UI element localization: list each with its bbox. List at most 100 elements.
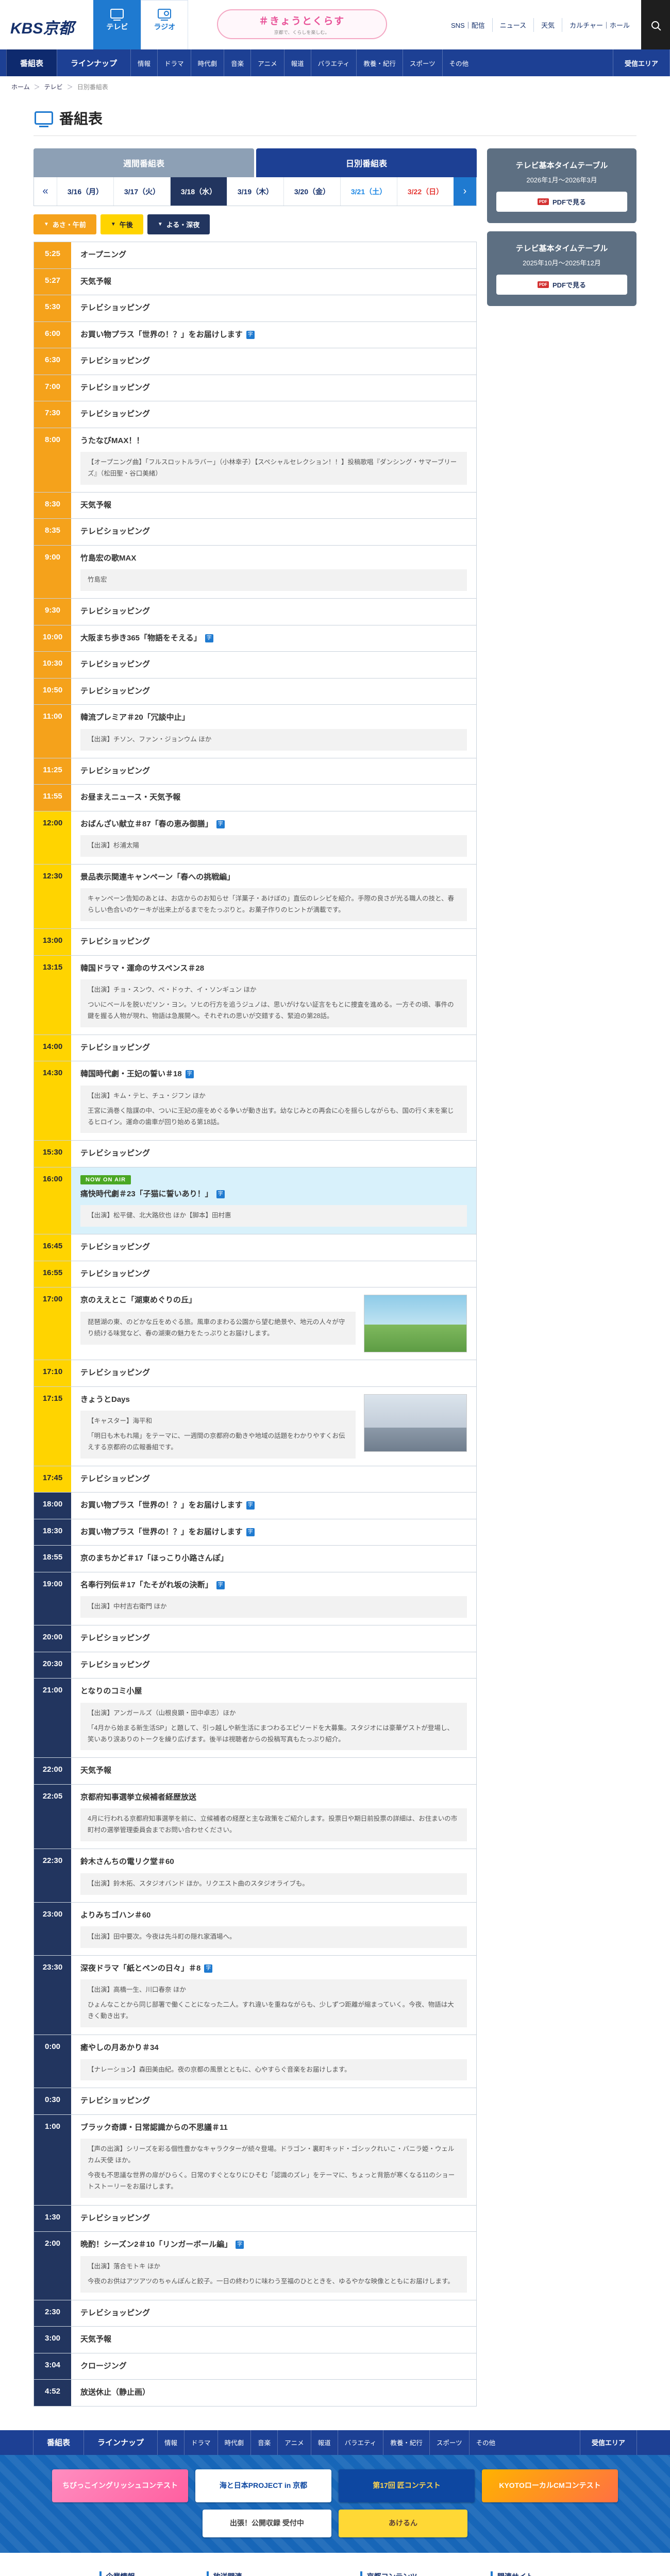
nav-genre-culture-travel[interactable]: 教養・紀行 xyxy=(356,49,403,76)
program-cell[interactable]: テレビショッピング xyxy=(71,295,476,321)
nav-genre-variety[interactable]: バラエティ xyxy=(338,2430,383,2455)
nav-genre-jidaigeki[interactable]: 時代劇 xyxy=(217,2430,251,2455)
program-cell[interactable]: テレビショッピング xyxy=(71,1625,476,1652)
program-cell[interactable]: テレビショッピング xyxy=(71,2300,476,2327)
program-cell[interactable]: テレビショッピング xyxy=(71,375,476,401)
program-cell[interactable]: テレビショッピング xyxy=(71,929,476,955)
program-cell[interactable]: 竹島宏の歌MAX竹島宏 xyxy=(71,546,476,598)
program-cell[interactable]: 天気予報 xyxy=(71,2327,476,2353)
program-cell[interactable]: お買い物プラス「世界の！？」をお届けします字 xyxy=(71,1519,476,1546)
nav-genre-jidaigeki[interactable]: 時代劇 xyxy=(191,49,224,76)
banner-shucchou-koukai-shuuroku[interactable]: 出張！公開収録 受付中 xyxy=(203,2510,331,2537)
banner-kids-english-contest[interactable]: ちびっこイングリッシュコンテスト xyxy=(52,2469,188,2502)
program-cell[interactable]: テレビショッピング xyxy=(71,519,476,545)
nav-genre-anime[interactable]: アニメ xyxy=(277,2430,311,2455)
nav-item-lineup[interactable]: ラインナップ xyxy=(57,49,130,76)
date-tab-0[interactable]: 3/16（月） xyxy=(57,177,113,206)
jump-night-button[interactable]: ▼よる・深夜 xyxy=(147,214,210,234)
banner-akerun[interactable]: あけるん xyxy=(339,2510,467,2537)
jump-afternoon-button[interactable]: ▼午後 xyxy=(100,214,143,234)
program-cell[interactable]: テレビショッピング xyxy=(71,1360,476,1386)
pdf-view-button[interactable]: PDFPDFで見る xyxy=(496,275,627,295)
program-cell[interactable]: テレビショッピング xyxy=(71,758,476,785)
date-tab-4[interactable]: 3/20（金） xyxy=(283,177,340,206)
nav-item-reception-area[interactable]: 受信エリア xyxy=(613,49,670,76)
media-tab-radio[interactable]: ラジオ xyxy=(141,0,188,49)
program-cell[interactable]: ブラック奇譚・日常認識からの不思議＃11【声の出演】シリーズを彩る個性豊かなキャ… xyxy=(71,2115,476,2205)
program-cell[interactable]: お昼まえニュース・天気予報 xyxy=(71,785,476,811)
program-cell[interactable]: テレビショッピング xyxy=(71,1466,476,1493)
program-cell[interactable]: テレビショッピング xyxy=(71,599,476,625)
program-cell[interactable]: となりのコミ小屋【出演】アンガールズ（山根良顕・田中卓志）ほか「4月から始まる新… xyxy=(71,1679,476,1757)
program-cell[interactable]: テレビショッピング xyxy=(71,679,476,705)
nav-genre-drama[interactable]: ドラマ xyxy=(157,49,191,76)
nav-genre-anime[interactable]: アニメ xyxy=(250,49,284,76)
nav-genre-info[interactable]: 情報 xyxy=(157,2430,184,2455)
program-cell[interactable]: NOW ON AIR痛快時代劇＃23「子猫に誓いあり！」字【出演】松平健、北大路… xyxy=(71,1167,476,1234)
tab-daily[interactable]: 日別番組表 xyxy=(256,148,477,177)
program-cell[interactable]: 深夜ドラマ「紙とペンの日々」＃8字【出演】高橋一生、川口春奈 ほかひょんなことか… xyxy=(71,1956,476,2035)
nav-genre-info[interactable]: 情報 xyxy=(130,49,157,76)
nav-genre-news[interactable]: 報道 xyxy=(284,49,311,76)
breadcrumb-item-1[interactable]: テレビ xyxy=(44,82,63,91)
date-prev-arrow[interactable]: « xyxy=(34,177,57,206)
program-cell[interactable]: テレビショッピング xyxy=(71,2088,476,2114)
utility-menu-item-0[interactable]: SNS｜配信 xyxy=(444,18,492,32)
program-cell[interactable]: 韓国ドラマ・運命のサスペンス＃28【出演】チョ・スンウ、ペ・ドゥナ、イ・ソンギュ… xyxy=(71,956,476,1035)
program-cell[interactable]: 京のええとこ「湖東めぐりの丘」琵琶湖の東、のどかな丘をめぐる旅。風車のまわる公園… xyxy=(71,1287,476,1360)
jump-morning-button[interactable]: ▼あさ・午前 xyxy=(34,214,96,234)
nav-genre-other[interactable]: その他 xyxy=(442,49,476,76)
program-cell[interactable]: テレビショッピング xyxy=(71,1652,476,1679)
nav-genre-music[interactable]: 音楽 xyxy=(250,2430,277,2455)
program-cell[interactable]: きょうとDays【キャスター】海平和「明日も木もれ陽」をテーマに、一週間の京都府… xyxy=(71,1387,476,1466)
program-cell[interactable]: テレビショッピング xyxy=(71,348,476,375)
program-cell[interactable]: よりみちゴハン＃60【出演】田中要次。今夜は先斗町の隠れ家酒場へ。 xyxy=(71,1903,476,1955)
breadcrumb-item-0[interactable]: ホーム xyxy=(11,82,30,91)
program-cell[interactable]: 晩酌！シーズン2＃10「リンガーボール編」字【出演】落合モトキ ほか今夜のお供は… xyxy=(71,2232,476,2299)
program-cell[interactable]: テレビショッピング xyxy=(71,401,476,428)
date-tab-1[interactable]: 3/17（火） xyxy=(113,177,170,206)
nav-item-timetable[interactable]: 番組表 xyxy=(33,2430,83,2455)
banner-takumi-contest[interactable]: 第17回 匠コンテスト xyxy=(339,2469,475,2502)
program-cell[interactable]: 韓流プレミア＃20「冗談中止」【出演】チソン、ファン・ジョンウム ほか xyxy=(71,705,476,757)
program-cell[interactable]: 景品表示関連キャンペーン「春への挑戦編」キャンペーン告知のあとは、お店からのお知… xyxy=(71,865,476,928)
program-cell[interactable]: オープニング xyxy=(71,242,476,268)
utility-menu-item-3[interactable]: カルチャー｜ホール xyxy=(562,18,637,32)
kbs-kyoto-logo[interactable]: KBS京都 xyxy=(0,0,85,49)
program-cell[interactable]: テレビショッピング xyxy=(71,652,476,678)
nav-genre-other[interactable]: その他 xyxy=(469,2430,502,2455)
tab-weekly[interactable]: 週間番組表 xyxy=(34,148,254,177)
program-cell[interactable]: クロージング xyxy=(71,2353,476,2380)
date-tab-2[interactable]: 3/18（水） xyxy=(170,177,227,206)
date-tab-5[interactable]: 3/21（土） xyxy=(340,177,397,206)
date-next-arrow[interactable]: › xyxy=(454,177,476,206)
program-cell[interactable]: お買い物プラス「世界の！？」をお届けします字 xyxy=(71,322,476,348)
program-cell[interactable]: 放送休止（静止画） xyxy=(71,2380,476,2406)
program-cell[interactable]: 天気予報 xyxy=(71,493,476,519)
nav-item-timetable[interactable]: 番組表 xyxy=(6,49,57,76)
nav-genre-sports[interactable]: スポーツ xyxy=(429,2430,469,2455)
banner-umi-to-nippon[interactable]: 海と日本PROJECT in 京都 xyxy=(195,2469,331,2502)
program-cell[interactable]: 京のまちかど＃17「ほっこり小路さんぽ」 xyxy=(71,1546,476,1572)
date-tab-6[interactable]: 3/22（日） xyxy=(397,177,454,206)
program-cell[interactable]: テレビショッピング xyxy=(71,2206,476,2232)
pdf-view-button[interactable]: PDFPDFで見る xyxy=(496,192,627,212)
date-tab-3[interactable]: 3/19（木） xyxy=(227,177,283,206)
program-cell[interactable]: 癒やしの月あかり＃34【ナレーション】森田美由紀。夜の京都の風景とともに、心やす… xyxy=(71,2035,476,2088)
program-cell[interactable]: テレビショッピング xyxy=(71,1234,476,1261)
utility-menu-item-2[interactable]: 天気 xyxy=(533,18,562,32)
utility-menu-item-1[interactable]: ニュース xyxy=(492,18,533,32)
nav-genre-variety[interactable]: バラエティ xyxy=(311,49,357,76)
program-cell[interactable]: テレビショッピング xyxy=(71,1035,476,1061)
program-cell[interactable]: うたなびMAX！！【オープニング曲】「フルスロットルラバー」（小林幸子）【スペシ… xyxy=(71,428,476,492)
program-cell[interactable]: テレビショッピング xyxy=(71,1261,476,1287)
nav-item-lineup[interactable]: ラインナップ xyxy=(83,2430,157,2455)
kyotokurasu-banner[interactable]: ＃きょうとくらす 京都で、くらしを楽しむ。 xyxy=(217,9,387,39)
nav-item-reception-area[interactable]: 受信エリア xyxy=(580,2430,637,2455)
program-cell[interactable]: 名奉行列伝＃17「たそがれ坂の決断」字【出演】中村吉右衛門 ほか xyxy=(71,1572,476,1625)
program-cell[interactable]: 天気予報 xyxy=(71,1758,476,1784)
nav-genre-sports[interactable]: スポーツ xyxy=(403,49,442,76)
program-cell[interactable]: 天気予報 xyxy=(71,269,476,295)
nav-genre-drama[interactable]: ドラマ xyxy=(184,2430,217,2455)
program-cell[interactable]: 大阪まち歩き365「物語をそえる」字 xyxy=(71,625,476,652)
